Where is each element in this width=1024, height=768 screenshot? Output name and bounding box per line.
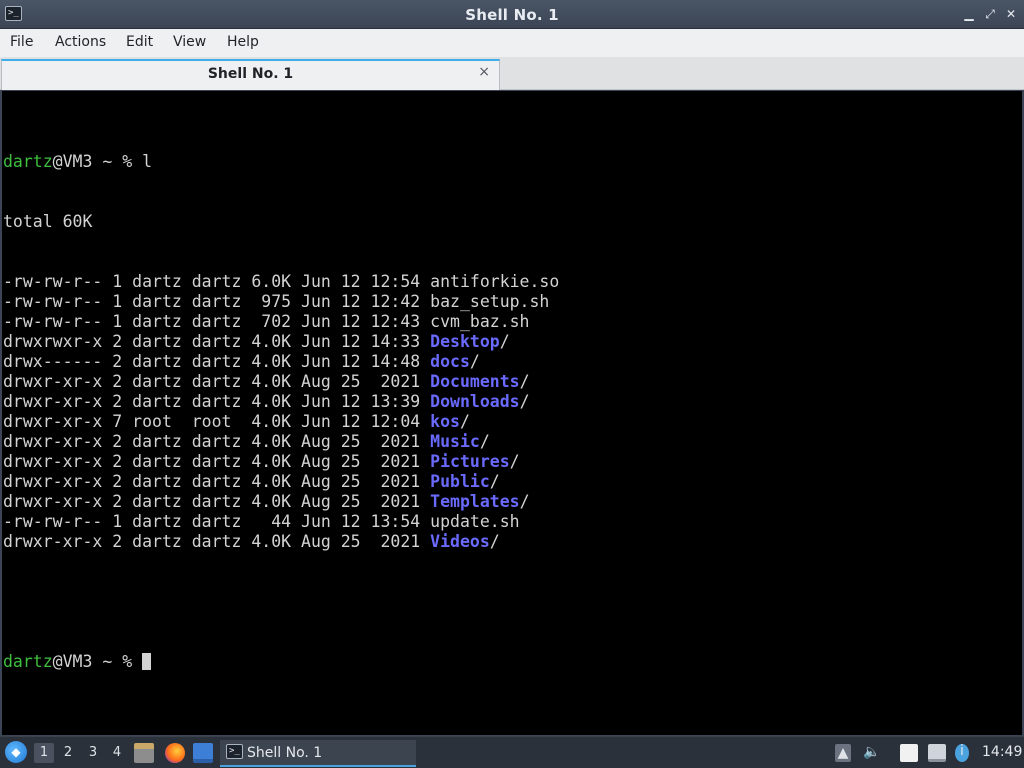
file-name: cvm_baz.sh [430, 312, 530, 331]
file-manager-icon[interactable] [134, 743, 154, 763]
tab-bar: Shell No. 1 × [0, 57, 1024, 90]
entry-meta: drwxr-xr-x 7 root root 4.0K Jun 12 12:04 [3, 412, 431, 431]
directory-name: Templates [430, 492, 520, 511]
listing-row: drwxrwxr-x 2 dartz dartz 4.0K Jun 12 14:… [3, 332, 559, 352]
command-text: l [142, 152, 153, 171]
listing: -rw-rw-r-- 1 dartz dartz 6.0K Jun 12 12:… [3, 272, 559, 552]
entry-meta: -rw-rw-r-- 1 dartz dartz 702 Jun 12 12:4… [3, 312, 431, 331]
entry-suffix: / [469, 352, 480, 371]
network-icon[interactable] [928, 744, 946, 762]
listing-row: drwxr-xr-x 2 dartz dartz 4.0K Aug 25 202… [3, 532, 559, 552]
prompt-line: dartz@VM3 ~ % l [3, 152, 559, 172]
directory-name: Public [430, 472, 490, 491]
close-icon[interactable]: ✕ [1003, 5, 1019, 23]
listing-row: drwxr-xr-x 2 dartz dartz 4.0K Aug 25 202… [3, 432, 559, 452]
taskbar-task-shell[interactable]: >_ Shell No. 1 [220, 740, 416, 767]
tab-shell-no-1[interactable]: Shell No. 1 × [1, 59, 500, 90]
tab-close-icon[interactable]: × [478, 64, 490, 80]
listing-row: -rw-rw-r-- 1 dartz dartz 702 Jun 12 12:4… [3, 312, 559, 332]
directory-name: Downloads [430, 392, 520, 411]
file-name: update.sh [430, 512, 520, 531]
task-label: Shell No. 1 [247, 745, 323, 761]
directory-name: Music [430, 432, 480, 451]
entry-meta: drwx------ 2 dartz dartz 4.0K Jun 12 14:… [3, 352, 431, 371]
window-title: Shell No. 1 [465, 6, 559, 24]
directory-name: kos [430, 412, 460, 431]
entry-meta: drwxr-xr-x 2 dartz dartz 4.0K Aug 25 202… [3, 372, 431, 391]
entry-suffix: / [519, 392, 530, 411]
prompt-host: @VM3 ~ % [52, 652, 143, 671]
entry-suffix: / [479, 432, 490, 451]
entry-suffix: / [489, 472, 500, 491]
menu-edit[interactable]: Edit [126, 34, 153, 50]
menu-help[interactable]: Help [227, 34, 259, 50]
entry-meta: drwxr-xr-x 2 dartz dartz 4.0K Aug 25 202… [3, 492, 431, 511]
file-name: baz_setup.sh [430, 292, 550, 311]
terminal-app-icon: >_ [226, 744, 243, 759]
directory-name: Desktop [430, 332, 500, 351]
entry-suffix: / [489, 532, 500, 551]
prompt-user: dartz [3, 652, 53, 671]
tray-expand-icon[interactable]: ▲ [835, 744, 851, 762]
listing-row: drwxr-xr-x 2 dartz dartz 4.0K Aug 25 202… [3, 372, 559, 392]
tab-label: Shell No. 1 [207, 66, 294, 82]
listing-row: -rw-rw-r-- 1 dartz dartz 44 Jun 12 13:54… [3, 512, 559, 532]
workspace-1[interactable]: 1 [34, 743, 54, 763]
workspace-2[interactable]: 2 [58, 743, 78, 763]
entry-suffix: / [519, 372, 530, 391]
file-name: antiforkie.so [430, 272, 560, 291]
window-titlebar[interactable]: >_ Shell No. 1 ▁ ⤢ ✕ [0, 0, 1024, 29]
app-menu-icon[interactable]: ◆ [5, 741, 27, 763]
listing-row: drwxr-xr-x 2 dartz dartz 4.0K Aug 25 202… [3, 492, 559, 512]
menu-actions[interactable]: Actions [55, 34, 106, 50]
volume-icon[interactable]: 🔈 [862, 744, 882, 762]
prompt-line-current: dartz@VM3 ~ % [3, 652, 559, 672]
text-cursor [142, 653, 152, 670]
firefox-icon[interactable] [165, 743, 185, 763]
notification-icon[interactable]: i [955, 744, 969, 762]
taskbar: ◆ 1 2 3 4 >_ Shell No. 1 ▲ 🔈 i 14:49 [0, 736, 1024, 768]
listing-row: -rw-rw-r-- 1 dartz dartz 6.0K Jun 12 12:… [3, 272, 559, 292]
clipboard-icon[interactable] [900, 744, 918, 762]
listing-row: -rw-rw-r-- 1 dartz dartz 975 Jun 12 12:4… [3, 292, 559, 312]
menu-bar: File Actions Edit View Help [0, 29, 1024, 57]
directory-name: Documents [430, 372, 520, 391]
entry-meta: -rw-rw-r-- 1 dartz dartz 975 Jun 12 12:4… [3, 292, 431, 311]
minimize-icon[interactable]: ▁ [961, 5, 977, 23]
entry-suffix: / [499, 332, 510, 351]
menu-file[interactable]: File [10, 34, 33, 50]
entry-meta: -rw-rw-r-- 1 dartz dartz 44 Jun 12 13:54 [3, 512, 431, 531]
directory-name: docs [430, 352, 470, 371]
entry-meta: -rw-rw-r-- 1 dartz dartz 6.0K Jun 12 12:… [3, 272, 431, 291]
entry-meta: drwxr-xr-x 2 dartz dartz 4.0K Aug 25 202… [3, 472, 431, 491]
listing-row: drwxr-xr-x 2 dartz dartz 4.0K Aug 25 202… [3, 472, 559, 492]
maximize-icon[interactable]: ⤢ [982, 5, 998, 23]
total-line: total 60K [3, 212, 93, 231]
listing-row: drwxr-xr-x 2 dartz dartz 4.0K Aug 25 202… [3, 452, 559, 472]
prompt-host: @VM3 ~ % [52, 152, 143, 171]
directory-name: Pictures [430, 452, 510, 471]
listing-row: drwxr-xr-x 7 root root 4.0K Jun 12 12:04… [3, 412, 559, 432]
show-desktop-icon[interactable] [193, 743, 213, 763]
terminal-view[interactable]: dartz@VM3 ~ % l total 60K -rw-rw-r-- 1 d… [0, 90, 1024, 736]
entry-suffix: / [459, 412, 470, 431]
entry-meta: drwxr-xr-x 2 dartz dartz 4.0K Aug 25 202… [3, 452, 431, 471]
prompt-user: dartz [3, 152, 53, 171]
entry-meta: drwxr-xr-x 2 dartz dartz 4.0K Aug 25 202… [3, 532, 431, 551]
entry-suffix: / [509, 452, 520, 471]
workspace-3[interactable]: 3 [83, 743, 103, 763]
menu-view[interactable]: View [173, 34, 206, 50]
entry-meta: drwxr-xr-x 2 dartz dartz 4.0K Aug 25 202… [3, 432, 431, 451]
listing-row: drwx------ 2 dartz dartz 4.0K Jun 12 14:… [3, 352, 559, 372]
clock[interactable]: 14:49 [982, 744, 1022, 760]
entry-meta: drwxr-xr-x 2 dartz dartz 4.0K Jun 12 13:… [3, 392, 431, 411]
listing-row: drwxr-xr-x 2 dartz dartz 4.0K Jun 12 13:… [3, 392, 559, 412]
entry-meta: drwxrwxr-x 2 dartz dartz 4.0K Jun 12 14:… [3, 332, 431, 351]
terminal-output: dartz@VM3 ~ % l total 60K -rw-rw-r-- 1 d… [3, 112, 559, 712]
entry-suffix: / [519, 492, 530, 511]
workspace-4[interactable]: 4 [107, 743, 127, 763]
directory-name: Videos [430, 532, 490, 551]
